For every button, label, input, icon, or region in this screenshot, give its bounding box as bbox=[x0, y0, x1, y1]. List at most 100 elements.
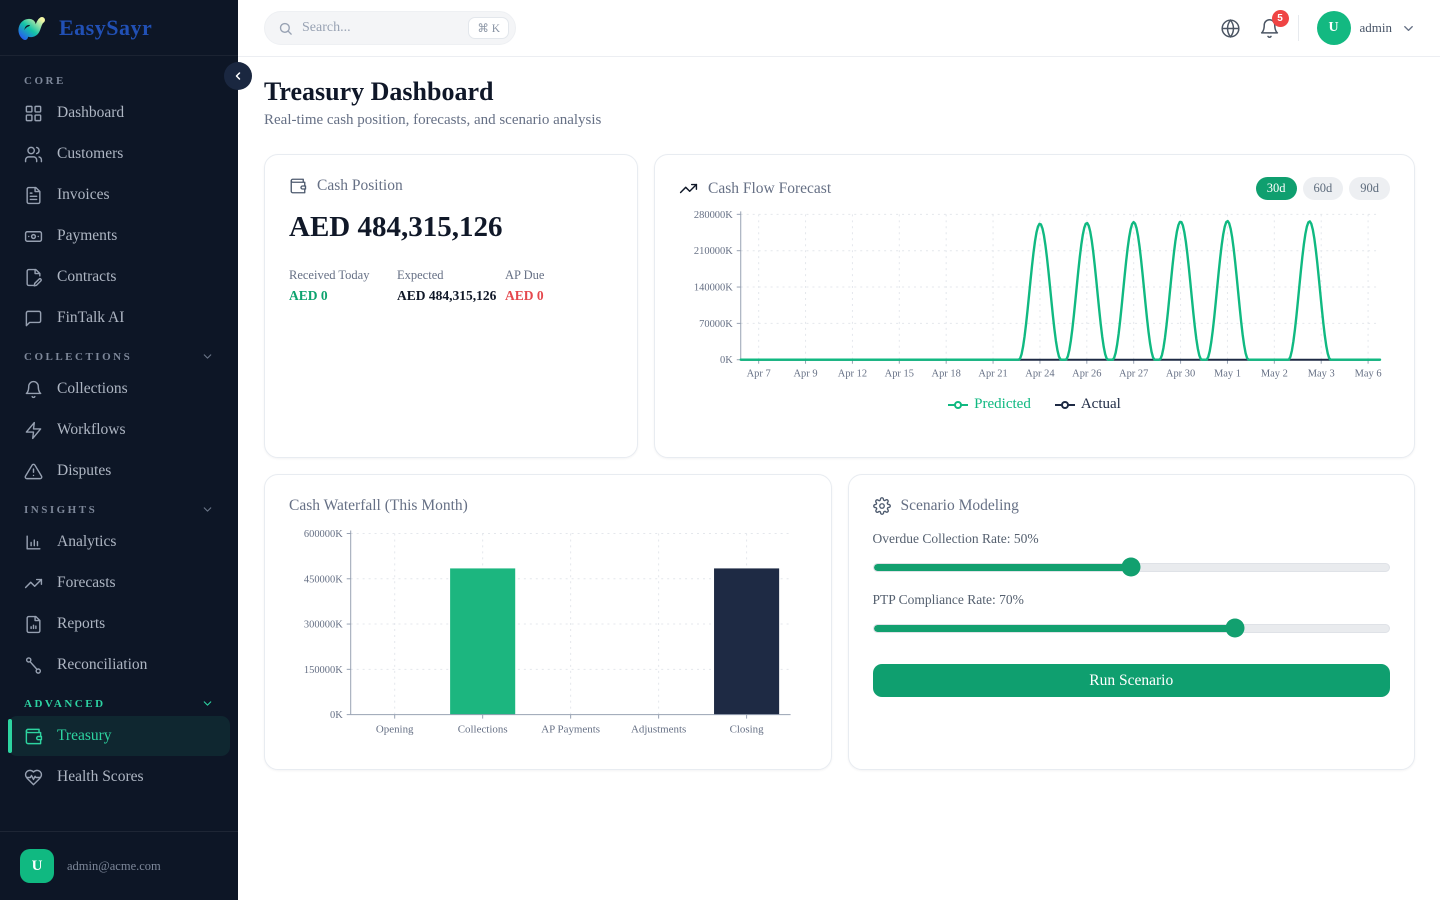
zap-icon bbox=[24, 421, 43, 440]
card-title: Cash Waterfall (This Month) bbox=[289, 497, 807, 515]
chevron-left-icon bbox=[232, 70, 244, 82]
search-input[interactable] bbox=[302, 20, 459, 36]
svg-text:0K: 0K bbox=[720, 355, 733, 366]
sidebar-nav: CORE Dashboard Customers Invoices Paymen… bbox=[0, 56, 238, 831]
slider-fill bbox=[874, 564, 1132, 571]
sidebar-item-label: Payments bbox=[57, 227, 117, 245]
sidebar-item-label: Analytics bbox=[57, 533, 116, 551]
file-text-icon bbox=[24, 186, 43, 205]
scenario-modeling-card: Scenario Modeling Overdue Collection Rat… bbox=[848, 474, 1416, 770]
stat-value: AED 484,315,126 bbox=[397, 288, 505, 304]
sidebar-item-reconciliation[interactable]: Reconciliation bbox=[8, 645, 230, 685]
cash-position-value: AED 484,315,126 bbox=[289, 211, 613, 244]
svg-text:Apr 15: Apr 15 bbox=[885, 369, 914, 380]
sidebar-item-collections[interactable]: Collections bbox=[8, 369, 230, 409]
brand-logo[interactable]: EasySayr bbox=[0, 0, 238, 56]
slider-track[interactable] bbox=[873, 624, 1391, 633]
svg-text:Collections: Collections bbox=[458, 724, 508, 736]
wallet-icon bbox=[289, 177, 307, 195]
topbar: ⌘ K 5 U admin bbox=[238, 0, 1440, 57]
section-collections[interactable]: COLLECTIONS bbox=[0, 339, 238, 368]
svg-text:Apr 9: Apr 9 bbox=[794, 369, 818, 380]
sidebar-item-payments[interactable]: Payments bbox=[8, 216, 230, 256]
ptp-rate-label: PTP Compliance Rate: 70% bbox=[873, 592, 1391, 608]
sidebar-item-contracts[interactable]: Contracts bbox=[8, 257, 230, 297]
sidebar-item-disputes[interactable]: Disputes bbox=[8, 451, 230, 491]
svg-text:Apr 30: Apr 30 bbox=[1166, 369, 1195, 380]
page-subtitle: Real-time cash position, forecasts, and … bbox=[264, 112, 1415, 129]
svg-text:70000K: 70000K bbox=[699, 319, 733, 330]
range-90d-button[interactable]: 90d bbox=[1349, 177, 1390, 200]
svg-text:150000K: 150000K bbox=[304, 665, 343, 676]
svg-text:Apr 18: Apr 18 bbox=[932, 369, 961, 380]
sidebar-item-forecasts[interactable]: Forecasts bbox=[8, 563, 230, 603]
route-icon bbox=[24, 656, 43, 675]
sidebar-item-label: Collections bbox=[57, 380, 128, 398]
run-scenario-button[interactable]: Run Scenario bbox=[873, 664, 1391, 697]
gear-icon bbox=[873, 497, 891, 515]
trending-up-icon bbox=[679, 179, 698, 198]
banknote-icon bbox=[24, 227, 43, 246]
sidebar-collapse-button[interactable] bbox=[224, 62, 252, 90]
bar-chart-icon bbox=[24, 533, 43, 552]
users-icon bbox=[24, 145, 43, 164]
ptp-rate-slider[interactable] bbox=[873, 619, 1391, 637]
svg-text:0K: 0K bbox=[330, 710, 343, 721]
cash-position-stats: Received Today AED 0 Expected AED 484,31… bbox=[289, 268, 613, 304]
stat-ap-due: AP Due AED 0 bbox=[505, 268, 613, 304]
sidebar-item-reports[interactable]: Reports bbox=[8, 604, 230, 644]
sidebar-user[interactable]: U admin@acme.com bbox=[0, 831, 238, 900]
search-icon bbox=[278, 21, 293, 36]
svg-text:450000K: 450000K bbox=[304, 574, 343, 585]
svg-text:Opening: Opening bbox=[376, 724, 414, 736]
sidebar-item-health-scores[interactable]: Health Scores bbox=[8, 757, 230, 797]
notifications-button[interactable]: 5 bbox=[1259, 18, 1280, 39]
range-toggle: 30d 60d 90d bbox=[1256, 177, 1390, 200]
sidebar-item-workflows[interactable]: Workflows bbox=[8, 410, 230, 450]
chevron-down-icon bbox=[201, 503, 214, 516]
legend-marker-icon bbox=[1055, 400, 1075, 410]
range-30d-button[interactable]: 30d bbox=[1256, 177, 1297, 200]
globe-icon bbox=[1220, 18, 1241, 39]
slider-thumb[interactable] bbox=[1225, 619, 1244, 638]
svg-text:210000K: 210000K bbox=[694, 246, 733, 257]
user-name: admin bbox=[1360, 20, 1393, 36]
overdue-rate-slider[interactable] bbox=[873, 558, 1391, 576]
search-shortcut-badge: ⌘ K bbox=[468, 17, 509, 39]
sidebar-item-invoices[interactable]: Invoices bbox=[8, 175, 230, 215]
user-menu[interactable]: U admin bbox=[1317, 11, 1417, 45]
legend-marker-icon bbox=[948, 400, 968, 410]
cash-waterfall-chart: 0K150000K300000K450000K600000KOpeningCol… bbox=[289, 521, 807, 749]
sidebar-item-analytics[interactable]: Analytics bbox=[8, 522, 230, 562]
svg-text:140000K: 140000K bbox=[694, 283, 733, 294]
cash-flow-forecast-chart: 0K70000K140000K210000K280000KApr 7Apr 9A… bbox=[679, 202, 1390, 390]
search-bar[interactable]: ⌘ K bbox=[264, 11, 516, 45]
svg-text:Apr 24: Apr 24 bbox=[1025, 369, 1055, 380]
trending-up-icon bbox=[24, 574, 43, 593]
page-title: Treasury Dashboard bbox=[264, 77, 1415, 107]
dashboard-grid-icon bbox=[24, 104, 43, 123]
stat-expected: Expected AED 484,315,126 bbox=[397, 268, 505, 304]
card-title: Cash Position bbox=[317, 177, 403, 195]
sidebar-item-treasury[interactable]: Treasury bbox=[8, 716, 230, 756]
section-advanced[interactable]: ADVANCED bbox=[0, 686, 238, 715]
sidebar-item-dashboard[interactable]: Dashboard bbox=[8, 93, 230, 133]
legend-actual: Actual bbox=[1055, 396, 1121, 413]
svg-text:Apr 7: Apr 7 bbox=[747, 369, 771, 380]
slider-thumb[interactable] bbox=[1122, 558, 1141, 577]
brand-swirl-icon bbox=[16, 11, 50, 45]
language-globe-button[interactable] bbox=[1220, 18, 1241, 39]
svg-text:AP Payments: AP Payments bbox=[541, 724, 600, 736]
sidebar-item-label: Reports bbox=[57, 615, 105, 633]
brand-name: EasySayr bbox=[59, 15, 152, 41]
section-insights[interactable]: INSIGHTS bbox=[0, 492, 238, 521]
range-60d-button[interactable]: 60d bbox=[1303, 177, 1344, 200]
sidebar-item-label: Contracts bbox=[57, 268, 116, 286]
svg-text:Apr 27: Apr 27 bbox=[1119, 369, 1148, 380]
cash-position-card: Cash Position AED 484,315,126 Received T… bbox=[264, 154, 638, 458]
sidebar-item-fintalk-ai[interactable]: FinTalk AI bbox=[8, 298, 230, 338]
sidebar-item-label: Health Scores bbox=[57, 768, 144, 786]
sidebar-item-label: Forecasts bbox=[57, 574, 116, 592]
sidebar-item-customers[interactable]: Customers bbox=[8, 134, 230, 174]
sidebar-item-label: Customers bbox=[57, 145, 123, 163]
